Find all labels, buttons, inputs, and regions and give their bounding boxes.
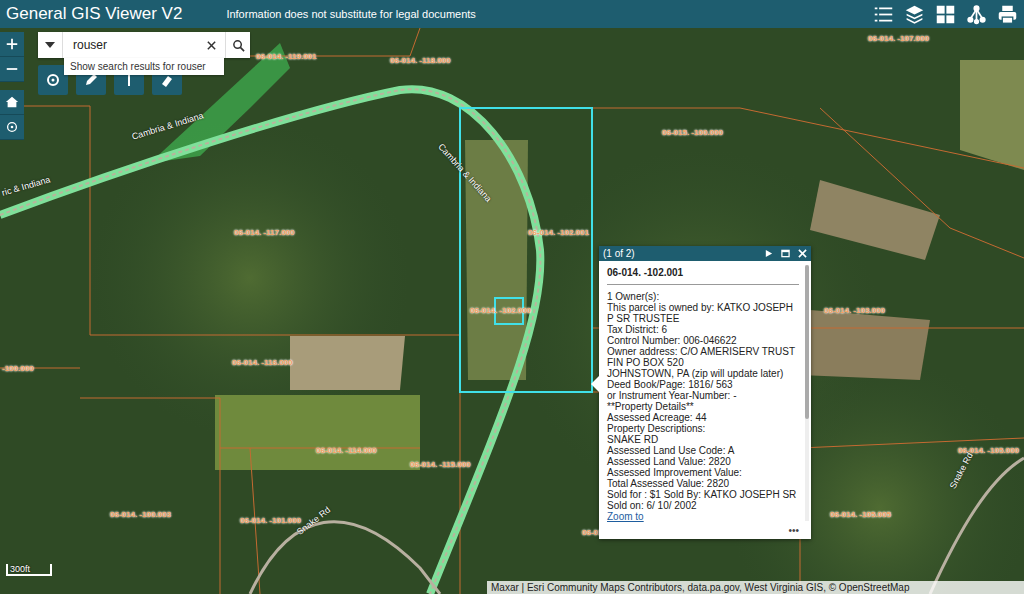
popup-scrollbar[interactable]: [805, 265, 809, 521]
popup-line: Assessed Land Value: 2820: [607, 456, 799, 467]
parcel-label: 06-014. -118.000: [390, 56, 451, 65]
app-title: General GIS Viewer V2: [6, 4, 182, 24]
field: [960, 60, 1024, 170]
field: [810, 180, 940, 260]
parcel-label: 06-014. -107.000: [868, 34, 929, 43]
parcel-label: 06-014. -100.003: [110, 510, 171, 519]
header-tools: [873, 4, 1018, 25]
disclaimer: Information does not substitute for lega…: [226, 8, 475, 20]
popup-line: Assessed Improvement Value:: [607, 467, 799, 478]
parcel-label: 06-014. -114.000: [316, 446, 377, 455]
zoom-out-button[interactable]: [0, 57, 24, 82]
close-icon[interactable]: [798, 249, 807, 258]
measure-icon: [45, 72, 61, 88]
popup-line: Sold on: 6/ 10/ 2002: [607, 500, 799, 511]
popup-pointer: [591, 376, 599, 392]
caret-down-icon: [45, 42, 55, 48]
parcel-label: 06-014. -117.000: [234, 228, 295, 237]
popup-line: or Instrument Year-Number: -: [607, 390, 799, 401]
popup-line: This parcel is owned by: KATKO JOSEPH P …: [607, 302, 799, 324]
popup-content: 1 Owner(s):This parcel is owned by: KATK…: [607, 291, 799, 523]
popup-line: **Property Details**: [607, 401, 799, 412]
locate-icon: [5, 120, 19, 134]
maximize-icon[interactable]: [781, 249, 790, 258]
zoom-to-link[interactable]: Zoom to: [607, 511, 799, 523]
magnifier-icon: [232, 39, 245, 52]
parcel-label: 06-014. -103.000: [824, 306, 885, 315]
header-bar: General GIS Viewer V2 Information does no…: [0, 0, 1024, 28]
parcel-label: -100.000: [2, 364, 34, 373]
parcel-label: 06-014. -119.001: [256, 52, 317, 61]
parcel-label: 06-014. -101.000: [240, 516, 301, 525]
map-view[interactable]: 06-014. -107.000 06-014. -119.001 06-014. …: [0, 28, 1024, 594]
parcel-lines: [0, 28, 1024, 594]
search-suggestion[interactable]: Show search results for rouser: [64, 58, 224, 75]
search-button[interactable]: [225, 32, 250, 58]
clear-icon[interactable]: [206, 40, 217, 51]
next-icon[interactable]: [764, 249, 773, 258]
popup-line: Property Descriptions:: [607, 423, 799, 434]
search-input[interactable]: rouser: [63, 38, 206, 52]
zoom-in-button[interactable]: [0, 32, 24, 57]
popup-line: Control Number: 006-046622: [607, 335, 799, 346]
print-icon[interactable]: [997, 4, 1018, 25]
popup-line: Sold for : $1 Sold By: KATKO JOSEPH SR: [607, 489, 799, 500]
search-source-dropdown[interactable]: [38, 32, 63, 58]
parcel-label: 06-014. -116.000: [232, 358, 293, 367]
basemap-grid-icon[interactable]: [935, 4, 956, 25]
parcel-label: 06-014. -102.001: [528, 228, 589, 237]
share-icon[interactable]: [966, 4, 987, 25]
popup-line: JOHNSTOWN, PA (zip will update later): [607, 368, 799, 379]
popup-line: Assessed Land Use Code: A: [607, 445, 799, 456]
popup-title: 06-014. -102.001: [607, 267, 799, 285]
parcel-label: 06-014. -102.000: [470, 306, 531, 315]
popup-line: Assessed Acreage: 44: [607, 412, 799, 423]
field: [800, 310, 930, 380]
popup-header: (1 of 2): [599, 246, 811, 261]
parcel-label: 06-014. -115.000: [410, 460, 471, 469]
parcel-popup: (1 of 2) 06-014. -102.001 1 Owner(s):This …: [599, 246, 811, 539]
layers-icon[interactable]: [904, 4, 925, 25]
field: [290, 336, 405, 390]
locate-button[interactable]: [0, 115, 24, 140]
snake-road: [930, 458, 1024, 594]
popup-body: 06-014. -102.001 1 Owner(s):This parcel i…: [599, 261, 811, 525]
parcel-label: 06-015. -100.000: [662, 128, 723, 137]
popup-line: Tax District: 6: [607, 324, 799, 335]
attribution: Maxar | Esri Community Maps Contributors…: [487, 581, 1024, 594]
parcel-label: 06-014. -105.005: [830, 510, 891, 519]
search-widget: rouser: [38, 32, 250, 58]
popup-line: Owner address: C/O AMERISERV TRUST FIN P…: [607, 346, 799, 368]
popup-actions: [764, 249, 807, 258]
popup-line: 1 Owner(s):: [607, 291, 799, 302]
gis-viewer: General GIS Viewer V2 Information does no…: [0, 0, 1024, 594]
map-controls: [0, 32, 24, 140]
selected-parcel-outline[interactable]: [460, 108, 592, 392]
scale-bar: 300ft: [6, 564, 52, 576]
home-button[interactable]: [0, 90, 24, 115]
popup-line: Total Assessed Value: 2820: [607, 478, 799, 489]
field: [215, 395, 420, 470]
popup-counter: (1 of 2): [603, 248, 635, 259]
popup-more-menu[interactable]: •••: [599, 525, 811, 539]
minus-icon: [5, 62, 19, 76]
snake-road: [250, 522, 440, 594]
scroll-thumb[interactable]: [805, 265, 809, 419]
legend-list-icon[interactable]: [873, 4, 894, 25]
plus-icon: [5, 37, 19, 51]
popup-line: Deed Book/Page: 1816/ 563: [607, 379, 799, 390]
home-icon: [5, 95, 19, 109]
popup-line: SNAKE RD: [607, 434, 799, 445]
